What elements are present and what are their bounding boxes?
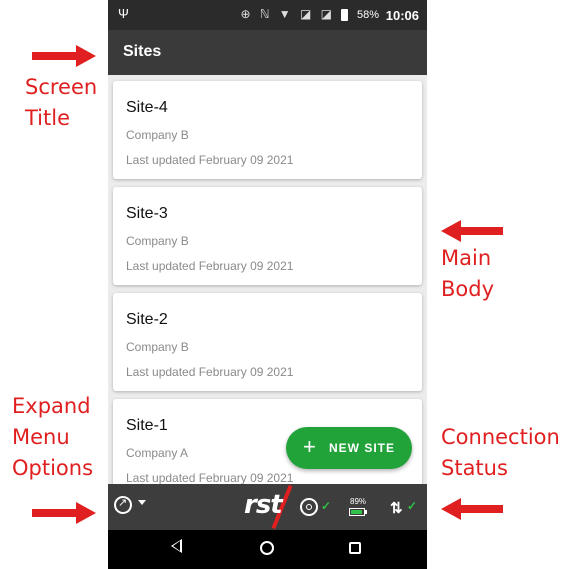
screen-title: Sites bbox=[123, 43, 162, 60]
new-site-button[interactable]: + NEW SITE bbox=[286, 427, 412, 469]
site-company: Company B bbox=[126, 234, 189, 248]
annotation-expand-menu: Expand Menu Options bbox=[12, 394, 94, 480]
annotation-screen-title: Screen Title bbox=[25, 75, 98, 130]
site-name: Site-1 bbox=[126, 417, 168, 434]
app-bar: Sites bbox=[108, 30, 427, 75]
connection-check-icon: ✓ bbox=[407, 499, 418, 513]
bottom-bar: ↗ rst ✓ 89% ⇅ ✓ bbox=[108, 484, 427, 530]
arrow-screen-title bbox=[32, 45, 96, 67]
site-list[interactable]: Site-4 Company B Last updated February 0… bbox=[108, 75, 427, 484]
site-card[interactable]: Site-4 Company B Last updated February 0… bbox=[113, 81, 422, 179]
usb-icon: Ψ bbox=[118, 6, 129, 21]
recent-apps-icon[interactable] bbox=[349, 542, 361, 554]
clock: 10:06 bbox=[385, 8, 419, 23]
site-updated: Last updated February 09 2021 bbox=[126, 153, 294, 167]
site-name: Site-3 bbox=[126, 205, 168, 222]
battery-fill bbox=[351, 510, 362, 514]
site-updated: Last updated February 09 2021 bbox=[126, 259, 294, 273]
device-battery-icon[interactable] bbox=[349, 508, 367, 516]
expand-menu-icon: ↗ bbox=[114, 496, 132, 514]
expand-menu-button[interactable]: ↗ bbox=[114, 496, 154, 520]
device-battery-label: 89% bbox=[350, 497, 367, 506]
chevron-down-icon bbox=[138, 500, 146, 505]
site-updated: Last updated February 09 2021 bbox=[126, 471, 294, 484]
phone-screen: Ψ ⊕ ℕ ▼ ◪ ◪ 58% 10:06 Sites Site-4 Compa… bbox=[108, 0, 427, 569]
reader-check-icon: ✓ bbox=[321, 499, 332, 513]
arrow-expand-menu bbox=[32, 502, 96, 524]
new-site-label: NEW SITE bbox=[329, 441, 396, 455]
home-icon[interactable] bbox=[260, 541, 274, 555]
site-company: Company B bbox=[126, 340, 189, 354]
site-updated: Last updated February 09 2021 bbox=[126, 365, 294, 379]
site-name: Site-4 bbox=[126, 99, 168, 116]
annotation-connection-status: Connection Status bbox=[441, 425, 560, 480]
system-nav-bar bbox=[108, 530, 427, 569]
arrow-connection-status bbox=[441, 498, 503, 520]
back-icon[interactable] bbox=[171, 539, 182, 553]
site-card[interactable]: Site-3 Company B Last updated February 0… bbox=[113, 187, 422, 285]
site-name: Site-2 bbox=[126, 311, 168, 328]
status-bar: Ψ ⊕ ℕ ▼ ◪ ◪ 58% 10:06 bbox=[108, 0, 427, 30]
site-card[interactable]: Site-2 Company B Last updated February 0… bbox=[113, 293, 422, 391]
arrow-main-body bbox=[441, 220, 503, 242]
annotation-main-body: Main Body bbox=[441, 246, 495, 301]
reader-icon[interactable] bbox=[300, 498, 318, 516]
battery-percent: 58% bbox=[356, 9, 379, 21]
site-company: Company B bbox=[126, 128, 189, 142]
status-icons: ⊕ ℕ ▼ ◪ ◪ bbox=[240, 7, 335, 21]
site-company: Company A bbox=[126, 446, 189, 460]
battery-icon bbox=[341, 9, 348, 21]
rst-logo: rst bbox=[244, 490, 283, 520]
connection-icon[interactable]: ⇅ bbox=[390, 499, 403, 517]
plus-icon: + bbox=[303, 434, 316, 459]
